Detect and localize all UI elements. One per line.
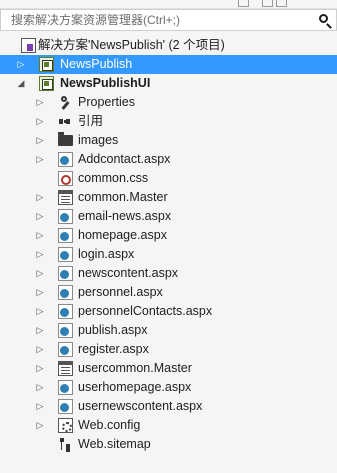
tree-item[interactable]: ▷ homepage.aspx [0,226,337,245]
tree-item[interactable]: Web.sitemap [0,435,337,454]
tree-item-label: publish.aspx [78,323,148,337]
tree-item[interactable]: ▷ Web.config [0,416,337,435]
folder-icon [58,132,73,146]
collapsed-arrow-icon[interactable]: ▷ [35,112,45,131]
tree-item-label: register.aspx [78,342,149,356]
tree-item[interactable]: ▷ Properties [0,93,337,112]
collapsed-arrow-icon[interactable]: ▷ [35,397,45,416]
tree-item[interactable]: ▷ newscontent.aspx [0,264,337,283]
tree-item-label: 引用 [78,114,104,128]
tree-item[interactable]: ▷ usercommon.Master [0,359,337,378]
collapsed-arrow-icon[interactable]: ▷ [35,188,45,207]
solution-icon [21,38,36,53]
collapsed-arrow-icon[interactable]: ▷ [35,283,45,302]
aspx-file-icon [58,399,73,414]
tree-item-label: Web.sitemap [78,437,151,451]
tree-item-label: newscontent.aspx [78,266,179,280]
aspx-file-icon [58,152,73,167]
tree-item-label: usercommon.Master [78,361,192,375]
sitemap-icon [58,437,73,452]
tree-item-label: homepage.aspx [78,228,167,242]
references-icon [58,114,73,129]
wrench-icon [58,95,73,110]
tree-item-label: common.css [78,171,149,185]
tree-item-label: Properties [78,95,135,109]
search-icon[interactable] [319,14,328,23]
web-project-icon [39,57,54,72]
solution-node[interactable]: 解决方案'NewsPublish' (2 个项目) [0,36,337,55]
aspx-file-icon [58,285,73,300]
tree-item[interactable]: ▷ images [0,131,337,150]
tree-item-label: email-news.aspx [78,209,172,223]
collapsed-arrow-icon[interactable]: ▷ [35,226,45,245]
tree-item-label: common.Master [78,190,168,204]
tree-item-label: usernewscontent.aspx [78,399,203,413]
collapsed-arrow-icon[interactable]: ▷ [35,93,45,112]
css-file-icon [58,171,73,186]
project-label: NewsPublishUI [60,76,151,90]
toolbar-icon[interactable] [238,0,249,7]
collapsed-arrow-icon[interactable]: ▷ [35,207,45,226]
tree-item[interactable]: ▷ Addcontact.aspx [0,150,337,169]
collapsed-arrow-icon[interactable]: ▷ [35,245,45,264]
project-label: NewsPublish [60,57,133,71]
aspx-file-icon [58,247,73,262]
tree-item-label: userhomepage.aspx [78,380,192,394]
project-node[interactable]: ◢ NewsPublishUI [0,74,337,93]
tree-item[interactable]: common.css [0,169,337,188]
tree-item[interactable]: ▷ 引用 [0,112,337,131]
tree-item[interactable]: ▷ personnel.aspx [0,283,337,302]
search-input[interactable] [1,10,311,30]
tree-item[interactable]: ▷ personnelContacts.aspx [0,302,337,321]
tree-item[interactable]: ▷ publish.aspx [0,321,337,340]
aspx-file-icon [58,266,73,281]
tree-item-label: Web.config [78,418,141,432]
tree-item-label: personnelContacts.aspx [78,304,213,318]
collapsed-arrow-icon[interactable]: ▷ [35,321,45,340]
collapsed-arrow-icon[interactable]: ▷ [35,264,45,283]
collapsed-arrow-icon[interactable]: ▷ [35,302,45,321]
tree-item[interactable]: ▷ common.Master [0,188,337,207]
toolbar-strip [0,0,337,9]
aspx-file-icon [58,209,73,224]
tree-item[interactable]: ▷ register.aspx [0,340,337,359]
collapsed-arrow-icon[interactable]: ▷ [35,150,45,169]
web-project-icon [39,76,54,91]
collapsed-arrow-icon[interactable]: ▷ [35,416,45,435]
config-file-icon [58,418,73,433]
master-file-icon [58,190,73,205]
tree-item-label: Addcontact.aspx [78,152,171,166]
expanded-arrow-icon[interactable]: ◢ [16,74,26,93]
toolbar-icon[interactable] [262,0,273,7]
master-file-icon [58,361,73,376]
aspx-file-icon [58,323,73,338]
tree-item-label: personnel.aspx [78,285,163,299]
collapsed-arrow-icon[interactable]: ▷ [35,378,45,397]
tree-item[interactable]: ▷ usernewscontent.aspx [0,397,337,416]
search-box [0,9,337,31]
aspx-file-icon [58,304,73,319]
tree-item[interactable]: ▷ email-news.aspx [0,207,337,226]
tree-item-label: login.aspx [78,247,135,261]
toolbar-icon[interactable] [276,0,287,7]
tree-item[interactable]: ▷ login.aspx [0,245,337,264]
tree-item-label: images [78,133,119,147]
collapsed-arrow-icon[interactable]: ▷ [16,55,26,74]
project-node[interactable]: ▷ NewsPublish [0,55,337,74]
tree-item[interactable]: ▷ userhomepage.aspx [0,378,337,397]
collapsed-arrow-icon[interactable]: ▷ [35,131,45,150]
collapsed-arrow-icon[interactable]: ▷ [35,340,45,359]
collapsed-arrow-icon[interactable]: ▷ [35,359,45,378]
aspx-file-icon [58,342,73,357]
solution-label: 解决方案'NewsPublish' (2 个项目) [38,38,225,52]
aspx-file-icon [58,228,73,243]
aspx-file-icon [58,380,73,395]
